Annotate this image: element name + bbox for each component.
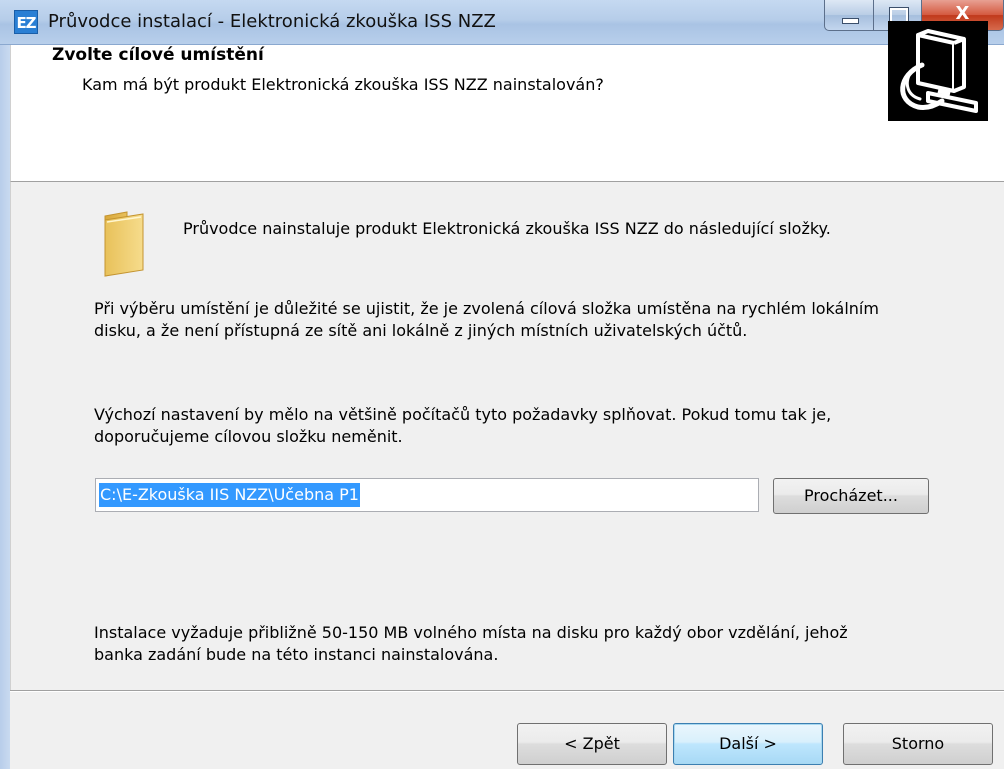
wizard-header	[10, 45, 1004, 182]
location-note: Při výběru umístění je důležité se ujist…	[94, 299, 879, 340]
destination-path-value: C:\E-Zkouška IIS NZZ\Učebna P1	[99, 483, 360, 507]
footer-divider	[10, 690, 1004, 692]
minimize-button[interactable]	[824, 0, 874, 31]
folder-icon	[101, 210, 147, 278]
next-button[interactable]: Další >	[673, 723, 823, 765]
cancel-button[interactable]: Storno	[843, 723, 993, 765]
intro-text: Průvodce nainstaluje produkt Elektronick…	[183, 219, 831, 238]
disk-space-note: Instalace vyžaduje přibližně 50-150 MB v…	[94, 623, 848, 664]
app-icon: EZ	[14, 10, 38, 34]
page-subtitle: Kam má být produkt Elektronická zkouška …	[82, 75, 604, 94]
installer-window: EZ Průvodce instalací - Elektronická zko…	[0, 0, 1004, 769]
back-button[interactable]: < Zpět	[517, 723, 667, 765]
browse-button[interactable]: Procházet...	[773, 478, 929, 514]
wizard-body: Průvodce nainstaluje produkt Elektronick…	[10, 182, 1004, 690]
title-bar[interactable]: EZ Průvodce instalací - Elektronická zko…	[0, 0, 1004, 45]
destination-path-input[interactable]: C:\E-Zkouška IIS NZZ\Učebna P1	[95, 478, 759, 512]
default-note: Výchozí nastavení by mělo na většině poč…	[94, 405, 832, 446]
page-title: Zvolte cílové umístění	[52, 45, 264, 65]
window-frame-left	[0, 45, 10, 769]
window-title: Průvodce instalací - Elektronická zkoušk…	[48, 11, 496, 32]
computer-install-icon	[888, 21, 988, 121]
minimize-icon	[842, 18, 859, 24]
